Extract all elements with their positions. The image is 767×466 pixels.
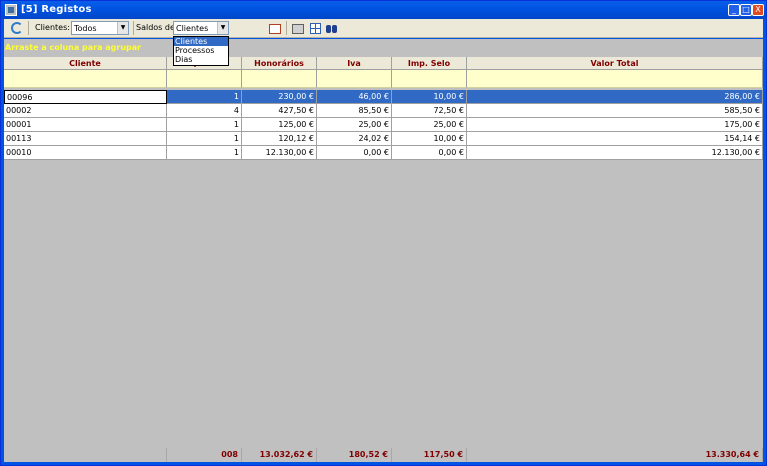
clientes-combo[interactable]: Todos ▼ bbox=[71, 21, 129, 35]
toolbar-separator bbox=[28, 21, 29, 35]
total-imp-selo: 117,50 € bbox=[392, 448, 467, 462]
cell-quant[interactable]: 1 bbox=[167, 132, 242, 146]
saldos-dropdown-list: Clientes Processos Dias bbox=[173, 36, 229, 66]
total-quant: 008 bbox=[167, 448, 242, 462]
toolbar: Clientes: Todos ▼ Saldos de Clientes ▼ bbox=[4, 19, 763, 38]
cell-imp-selo[interactable]: 10,00 € bbox=[392, 132, 467, 146]
toolbar-separator bbox=[133, 21, 134, 35]
grid-icon[interactable] bbox=[310, 23, 321, 34]
total-valor-total: 13.330,64 € bbox=[467, 448, 763, 462]
cell-iva[interactable]: 0,00 € bbox=[317, 146, 392, 160]
card-icon[interactable] bbox=[269, 24, 281, 34]
registos-window: [5] Registos _ □ X Clientes: Todos ▼ Sal… bbox=[0, 0, 767, 466]
filter-cell-iva[interactable] bbox=[317, 70, 392, 88]
filter-cell-honorarios[interactable] bbox=[242, 70, 317, 88]
cell-valor-total[interactable]: 585,50 € bbox=[467, 104, 763, 118]
dropdown-option-dias[interactable]: Dias bbox=[174, 55, 228, 64]
title-bar[interactable]: [5] Registos _ □ X bbox=[1, 1, 766, 19]
chevron-down-icon[interactable]: ▼ bbox=[117, 22, 128, 34]
cell-honorarios[interactable]: 230,00 € bbox=[242, 90, 317, 104]
app-icon bbox=[5, 4, 17, 16]
cell-iva[interactable]: 25,00 € bbox=[317, 118, 392, 132]
chevron-down-icon[interactable]: ▼ bbox=[217, 22, 228, 34]
table-row[interactable]: 00001 1 125,00 € 25,00 € 25,00 € 175,00 … bbox=[4, 118, 763, 132]
cell-cliente[interactable]: 00096 bbox=[4, 90, 167, 104]
table-row[interactable]: 00113 1 120,12 € 24,02 € 10,00 € 154,14 … bbox=[4, 132, 763, 146]
cell-valor-total[interactable]: 12.130,00 € bbox=[467, 146, 763, 160]
filter-cell-valor-total[interactable] bbox=[467, 70, 763, 88]
cell-iva[interactable]: 85,50 € bbox=[317, 104, 392, 118]
table-row[interactable]: 00002 4 427,50 € 85,50 € 72,50 € 585,50 … bbox=[4, 104, 763, 118]
cell-honorarios[interactable]: 125,00 € bbox=[242, 118, 317, 132]
filter-cell-imp-selo[interactable] bbox=[392, 70, 467, 88]
cell-quant[interactable]: 1 bbox=[167, 118, 242, 132]
total-honorarios: 13.032,62 € bbox=[242, 448, 317, 462]
saldos-label: Saldos de bbox=[136, 23, 175, 32]
cell-quant[interactable]: 1 bbox=[167, 146, 242, 160]
minimize-button[interactable]: _ bbox=[728, 4, 740, 16]
group-by-hint: Arraste a coluna para agrupar bbox=[5, 43, 142, 52]
cell-valor-total[interactable]: 286,00 € bbox=[467, 90, 763, 104]
cell-valor-total[interactable]: 154,14 € bbox=[467, 132, 763, 146]
cell-iva[interactable]: 46,00 € bbox=[317, 90, 392, 104]
window-title: [5] Registos bbox=[21, 4, 92, 15]
cell-quant[interactable]: 1 bbox=[167, 90, 242, 104]
cell-honorarios[interactable]: 12.130,00 € bbox=[242, 146, 317, 160]
column-header-honorarios[interactable]: Honorários bbox=[242, 57, 317, 70]
cell-imp-selo[interactable]: 25,00 € bbox=[392, 118, 467, 132]
dropdown-option-processos[interactable]: Processos bbox=[174, 46, 228, 55]
column-header-iva[interactable]: Iva bbox=[317, 57, 392, 70]
filter-cell-quant[interactable] bbox=[167, 70, 242, 88]
cell-cliente[interactable]: 00002 bbox=[4, 104, 167, 118]
cell-cliente[interactable]: 00010 bbox=[4, 146, 167, 160]
cell-imp-selo[interactable]: 0,00 € bbox=[392, 146, 467, 160]
cell-cliente[interactable]: 00113 bbox=[4, 132, 167, 146]
toolbar-separator bbox=[286, 21, 287, 35]
cell-valor-total[interactable]: 175,00 € bbox=[467, 118, 763, 132]
cell-iva[interactable]: 24,02 € bbox=[317, 132, 392, 146]
cell-cliente[interactable]: 00001 bbox=[4, 118, 167, 132]
cell-quant[interactable]: 4 bbox=[167, 104, 242, 118]
dropdown-option-clientes[interactable]: Clientes bbox=[174, 37, 228, 46]
totals-footer: 008 13.032,62 € 180,52 € 117,50 € 13.330… bbox=[4, 448, 763, 462]
refresh-icon[interactable] bbox=[11, 22, 23, 34]
cell-imp-selo[interactable]: 72,50 € bbox=[392, 104, 467, 118]
close-button[interactable]: X bbox=[752, 4, 764, 16]
binoculars-icon[interactable] bbox=[326, 23, 338, 34]
table-row[interactable]: 00096 1 230,00 € 46,00 € 10,00 € 286,00 … bbox=[4, 90, 763, 104]
cell-honorarios[interactable]: 427,50 € bbox=[242, 104, 317, 118]
column-header-cliente[interactable]: Cliente bbox=[4, 57, 167, 70]
clientes-label: Clientes: bbox=[35, 23, 70, 32]
table-row[interactable]: 00010 1 12.130,00 € 0,00 € 0,00 € 12.130… bbox=[4, 146, 763, 160]
column-header-valor-total[interactable]: Valor Total bbox=[467, 57, 763, 70]
print-icon[interactable] bbox=[292, 24, 304, 34]
records-grid: Cliente Quant Honorários Iva Imp. Selo V… bbox=[4, 57, 763, 462]
filter-cell-cliente[interactable] bbox=[4, 70, 167, 88]
saldos-combo-value: Clientes bbox=[176, 24, 209, 33]
group-by-panel[interactable]: Arraste a coluna para agrupar bbox=[4, 39, 763, 57]
total-cliente bbox=[4, 448, 167, 462]
saldos-combo[interactable]: Clientes ▼ bbox=[173, 21, 229, 35]
cell-honorarios[interactable]: 120,12 € bbox=[242, 132, 317, 146]
cell-imp-selo[interactable]: 10,00 € bbox=[392, 90, 467, 104]
maximize-button[interactable]: □ bbox=[740, 4, 752, 16]
column-header-imp-selo[interactable]: Imp. Selo bbox=[392, 57, 467, 70]
total-iva: 180,52 € bbox=[317, 448, 392, 462]
clientes-combo-value: Todos bbox=[74, 24, 97, 33]
